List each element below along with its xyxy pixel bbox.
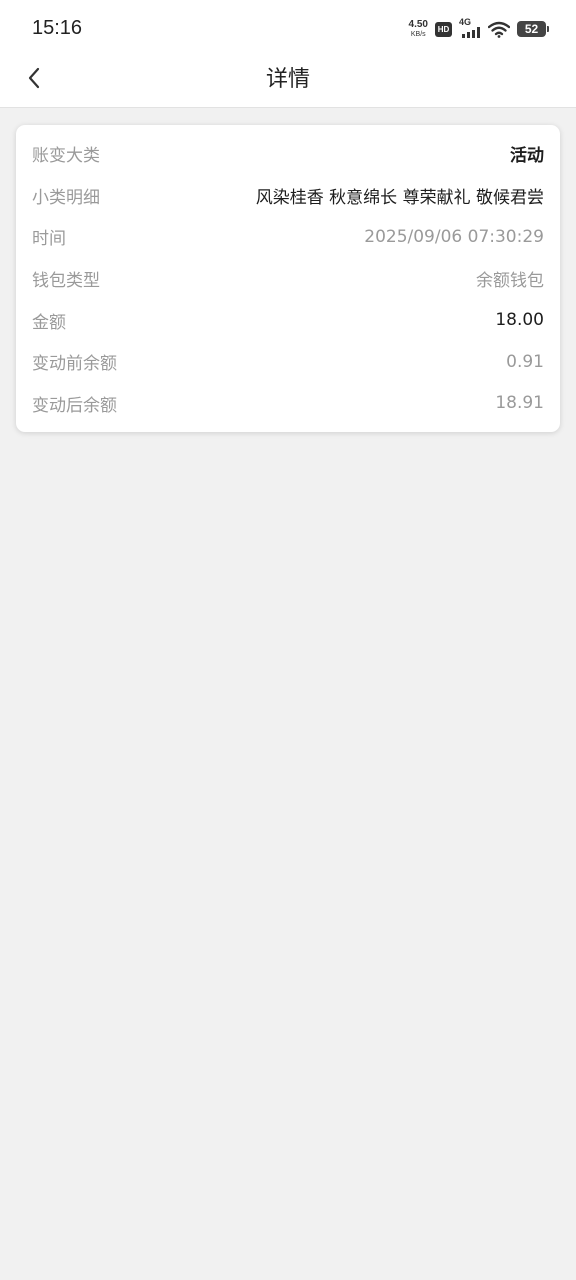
detail-card: 账变大类 活动 小类明细 风染桂香 秋意绵长 尊荣献礼 敬候君尝 时间 2025… [16,125,560,432]
time-label: 时间 [32,229,66,250]
subcategory-label: 小类明细 [32,187,100,208]
wifi-icon [488,21,510,38]
status-bar: 15:16 4.50 KB/s HD 4G 52 [0,0,576,56]
balance-before-value: 0.91 [506,351,544,372]
battery-icon: 52 [517,21,549,37]
status-icons: 4.50 KB/s HD 4G 52 [408,17,549,41]
time-value: 2025/09/06 07:30:29 [364,226,544,247]
detail-row-balance-before: 变动前余额 0.91 [16,341,560,383]
detail-row-time: 时间 2025/09/06 07:30:29 [16,216,560,258]
balance-before-label: 变动前余额 [32,354,117,375]
navigation-bar: 详情 [0,56,576,107]
amount-value: 18.00 [495,310,544,331]
signal-bars-icon [462,27,480,38]
detail-row-balance-after: 变动后余额 18.91 [16,383,560,425]
network-speed-value: 4.50 [408,19,428,30]
detail-row-category: 账变大类 活动 [16,133,560,175]
category-value: 活动 [510,146,544,167]
wallet-type-label: 钱包类型 [32,271,100,292]
wallet-type-value: 余额钱包 [476,271,544,292]
balance-after-label: 变动后余额 [32,395,117,416]
hd-badge-icon: HD [435,21,452,37]
detail-row-amount: 金额 18.00 [16,299,560,341]
network-speed-indicator: 4.50 KB/s [408,19,428,39]
amount-label: 金额 [32,312,66,333]
top-area: 15:16 4.50 KB/s HD 4G 52 详情 [0,0,576,108]
balance-after-value: 18.91 [495,393,544,414]
detail-row-wallet-type: 钱包类型 余额钱包 [16,258,560,300]
page-title: 详情 [265,67,310,92]
signal-icon: 4G [459,17,481,38]
subcategory-value: 风染桂香 秋意绵长 尊荣献礼 敬候君尝 [255,187,544,208]
category-label: 账变大类 [32,146,100,167]
network-speed-unit: KB/s [410,31,426,38]
status-time: 15:16 [32,17,83,39]
detail-row-subcategory: 小类明细 风染桂香 秋意绵长 尊荣献礼 敬候君尝 [16,175,560,217]
network-type-label: 4G [459,17,472,27]
